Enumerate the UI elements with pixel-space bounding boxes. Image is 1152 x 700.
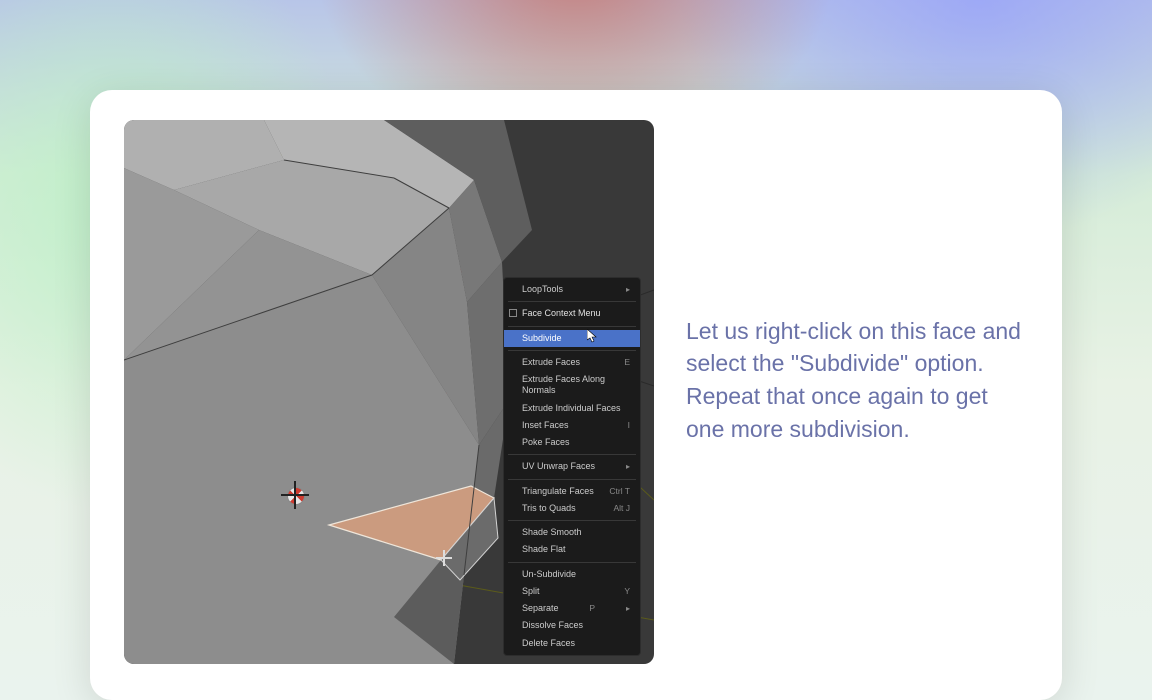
instruction-panel: Let us right-click on this face and sele… [686, 120, 1028, 700]
menu-delete[interactable]: Delete Faces [504, 635, 640, 652]
menu-separator [508, 301, 636, 302]
menu-unsubdivide[interactable]: Un-Subdivide [504, 566, 640, 583]
submenu-arrow-icon: ▸ [626, 285, 630, 295]
menu-label: Subdivide [522, 333, 562, 344]
menu-split[interactable]: Split Y [504, 583, 640, 600]
menu-shortcut: E [624, 357, 630, 368]
menu-label: LoopTools [522, 284, 563, 295]
face-context-menu: LoopTools ▸ Face Context Menu Subdivide … [503, 277, 641, 656]
menu-label: Split [522, 586, 540, 597]
menu-tris-to-quads[interactable]: Tris to Quads Alt J [504, 500, 640, 517]
menu-poke-faces[interactable]: Poke Faces [504, 434, 640, 451]
menu-extrude-faces[interactable]: Extrude Faces E [504, 354, 640, 371]
menu-uv-unwrap[interactable]: UV Unwrap Faces ▸ [504, 458, 640, 475]
menu-shortcut: Ctrl T [609, 486, 630, 497]
menu-dissolve[interactable]: Dissolve Faces [504, 617, 640, 634]
menu-label: Shade Smooth [522, 527, 582, 538]
menu-looptools[interactable]: LoopTools ▸ [504, 281, 640, 298]
menu-triangulate[interactable]: Triangulate Faces Ctrl T [504, 483, 640, 500]
tutorial-card: LoopTools ▸ Face Context Menu Subdivide … [90, 90, 1062, 700]
menu-shade-smooth[interactable]: Shade Smooth [504, 524, 640, 541]
submenu-arrow-icon: ▸ [626, 462, 630, 472]
menu-label: Tris to Quads [522, 503, 576, 514]
menu-label: UV Unwrap Faces [522, 461, 595, 472]
menu-label: Triangulate Faces [522, 486, 594, 497]
menu-separator [508, 454, 636, 455]
face-icon [509, 309, 517, 317]
menu-inset-faces[interactable]: Inset Faces I [504, 417, 640, 434]
menu-label: Poke Faces [522, 437, 570, 448]
instruction-text: Let us right-click on this face and sele… [686, 315, 1028, 446]
menu-label: Delete Faces [522, 638, 575, 649]
menu-label: Un-Subdivide [522, 569, 576, 580]
menu-label: Extrude Faces Along Normals [522, 374, 630, 397]
menu-shortcut: I [628, 420, 630, 431]
menu-separator [508, 479, 636, 480]
menu-extrude-individual[interactable]: Extrude Individual Faces [504, 400, 640, 417]
menu-subdivide[interactable]: Subdivide [504, 330, 640, 347]
menu-label: Extrude Faces [522, 357, 580, 368]
menu-shortcut: Alt J [613, 503, 630, 514]
menu-header-label: Face Context Menu [522, 308, 601, 319]
menu-separator [508, 350, 636, 351]
menu-header: Face Context Menu [504, 305, 640, 322]
submenu-arrow-icon: ▸ [626, 604, 630, 614]
menu-shortcut: P [589, 603, 595, 614]
menu-extrude-normals[interactable]: Extrude Faces Along Normals [504, 371, 640, 400]
menu-label: Extrude Individual Faces [522, 403, 621, 414]
menu-label: Dissolve Faces [522, 620, 583, 631]
menu-separate[interactable]: Separate P ▸ [504, 600, 640, 617]
menu-separator [508, 326, 636, 327]
menu-label: Shade Flat [522, 544, 566, 555]
menu-separator [508, 562, 636, 563]
menu-shortcut: Y [624, 586, 630, 597]
menu-label: Separate [522, 603, 559, 614]
menu-separator [508, 520, 636, 521]
blender-viewport[interactable]: LoopTools ▸ Face Context Menu Subdivide … [124, 120, 654, 664]
menu-shade-flat[interactable]: Shade Flat [504, 541, 640, 558]
menu-label: Inset Faces [522, 420, 569, 431]
